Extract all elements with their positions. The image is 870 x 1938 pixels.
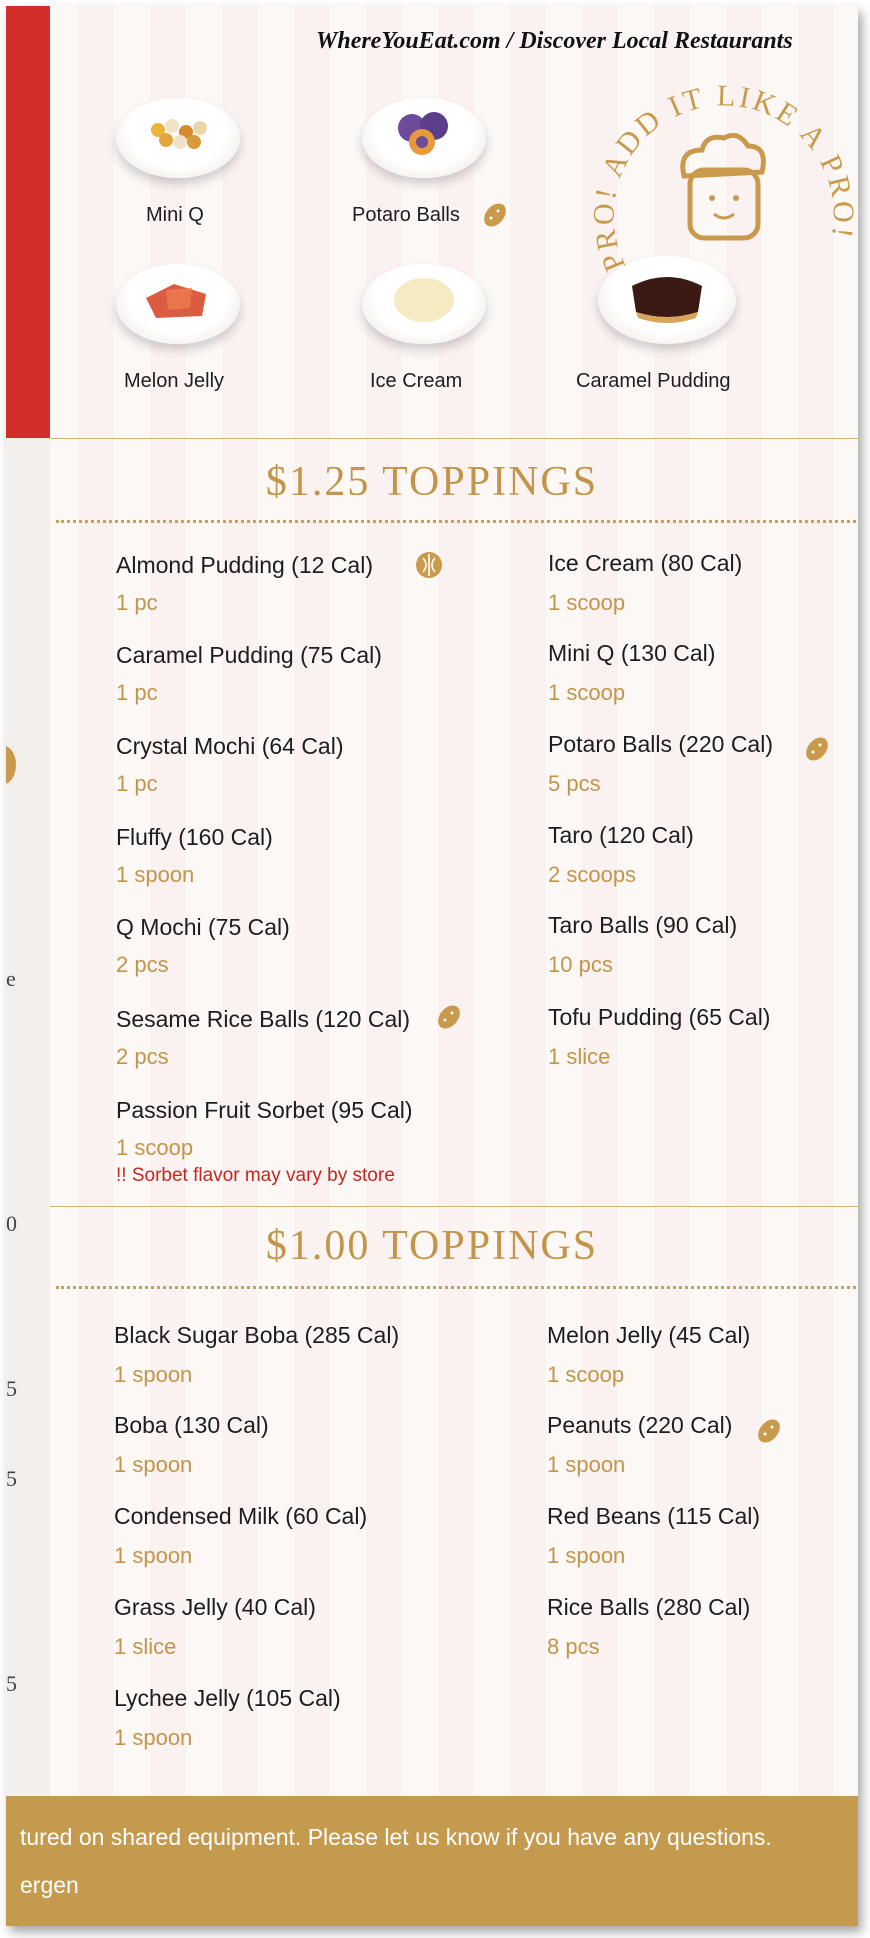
edge-fragment: e: [6, 966, 16, 991]
topping-qty: 2 scoops: [548, 862, 637, 887]
topping-name: Taro Balls (90 Cal): [548, 912, 738, 938]
topping-name: Peanuts (220 Cal): [547, 1412, 733, 1438]
topping-qty: 1 slice: [114, 1634, 177, 1659]
topping-qty: 5 pcs: [548, 771, 601, 796]
featured-label: Caramel Pudding: [576, 370, 731, 392]
peanut-icon: [484, 203, 506, 227]
topping-name: Melon Jelly (45 Cal): [547, 1322, 751, 1348]
topping-name: Taro (120 Cal): [548, 822, 694, 848]
topping-name: Lychee Jelly (105 Cal): [114, 1685, 341, 1711]
topping-name: Mini Q (130 Cal): [548, 640, 716, 666]
topping-qty: 1 scoop: [547, 1362, 625, 1387]
topping-name: Almond Pudding (12 Cal): [116, 552, 373, 578]
topping-name: Boba (130 Cal): [114, 1412, 269, 1438]
peanut-icon: [758, 1419, 780, 1443]
topping-name: Black Sugar Boba (285 Cal): [114, 1322, 400, 1348]
sorbet-note: !! Sorbet flavor may vary by store: [116, 1165, 395, 1186]
melon-jelly-bowl-image: [116, 264, 240, 344]
featured-label: Melon Jelly: [124, 370, 225, 392]
topping-name: Rice Balls (280 Cal): [547, 1594, 751, 1620]
topping-qty: 1 slice: [548, 1044, 611, 1069]
topping-qty: 1 pc: [116, 590, 158, 615]
topping-qty: 1 scoop: [548, 680, 626, 705]
potaro-balls-bowl-image: [362, 98, 486, 178]
topping-name: Tofu Pudding (65 Cal): [548, 1004, 771, 1030]
site-header-link[interactable]: WhereYouEat.com / Discover Local Restaur…: [316, 28, 793, 55]
edge-fragment: 5: [6, 1671, 17, 1696]
topping-qty: 1 pc: [116, 680, 158, 705]
section-divider: [50, 438, 858, 439]
footer-text-line1: tured on shared equipment. Please let us…: [20, 1824, 772, 1850]
topping-name: Ice Cream (80 Cal): [548, 550, 743, 576]
topping-qty: 1 spoon: [114, 1362, 193, 1387]
topping-name: Caramel Pudding (75 Cal): [116, 642, 382, 668]
topping-qty: 8 pcs: [547, 1634, 600, 1659]
topping-name: Fluffy (160 Cal): [116, 824, 273, 850]
topping-qty: 10 pcs: [548, 952, 613, 977]
allergen-footer: tured on shared equipment. Please let us…: [6, 1796, 858, 1926]
topping-qty: 1 spoon: [114, 1725, 193, 1750]
red-accent-bar: [6, 6, 50, 438]
peanut-icon: [806, 737, 828, 761]
topping-name: Crystal Mochi (64 Cal): [116, 733, 344, 759]
topping-name: Grass Jelly (40 Cal): [114, 1594, 316, 1620]
section-title-125: $1.25 TOPPINGS: [265, 459, 599, 505]
mini-q-bowl-image: [116, 98, 240, 178]
featured-label: Mini Q: [146, 204, 204, 226]
almond-icon: [416, 552, 442, 578]
topping-qty: 2 pcs: [116, 1044, 169, 1069]
topping-qty: 1 pc: [116, 771, 158, 796]
topping-qty: 1 spoon: [114, 1452, 193, 1477]
chef-mascot-icon: [680, 132, 766, 241]
ice-cream-bowl-image: [362, 264, 486, 344]
add-it-like-a-pro-stamp: PRO! ADD IT LIKE A PRO! ADD IT: [586, 66, 856, 276]
edge-fragment: 5: [6, 1466, 17, 1491]
footer-text-line2: ergen: [20, 1872, 79, 1898]
topping-name: Q Mochi (75 Cal): [116, 914, 290, 940]
peanut-icon: [438, 1005, 460, 1029]
topping-name: Sesame Rice Balls (120 Cal): [116, 1006, 411, 1032]
topping-qty: 1 spoon: [114, 1543, 193, 1568]
menu-page: e 0 5 5 5 WhereYouEat.com / Discover Loc…: [6, 6, 858, 1926]
edge-fragment: 5: [6, 1376, 17, 1401]
adjacent-page-strip: [6, 438, 50, 1798]
topping-name: Condensed Milk (60 Cal): [114, 1503, 368, 1529]
section-title-100: $1.00 TOPPINGS: [265, 1223, 599, 1269]
topping-name: Red Beans (115 Cal): [547, 1503, 761, 1529]
featured-label: Ice Cream: [370, 370, 463, 392]
topping-qty: 1 spoon: [547, 1543, 626, 1568]
topping-name: Potaro Balls (220 Cal): [548, 731, 773, 757]
topping-qty: 1 spoon: [116, 862, 195, 887]
topping-qty: 1 scoop: [548, 590, 626, 615]
topping-qty: 2 pcs: [116, 952, 169, 977]
dotted-divider: [56, 520, 856, 523]
topping-qty: 1 spoon: [547, 1452, 626, 1477]
section-divider: [50, 1206, 858, 1207]
topping-name: Passion Fruit Sorbet (95 Cal): [116, 1097, 413, 1123]
dotted-divider: [56, 1286, 856, 1289]
topping-qty: 1 scoop: [116, 1135, 194, 1160]
featured-label: Potaro Balls: [352, 204, 460, 226]
